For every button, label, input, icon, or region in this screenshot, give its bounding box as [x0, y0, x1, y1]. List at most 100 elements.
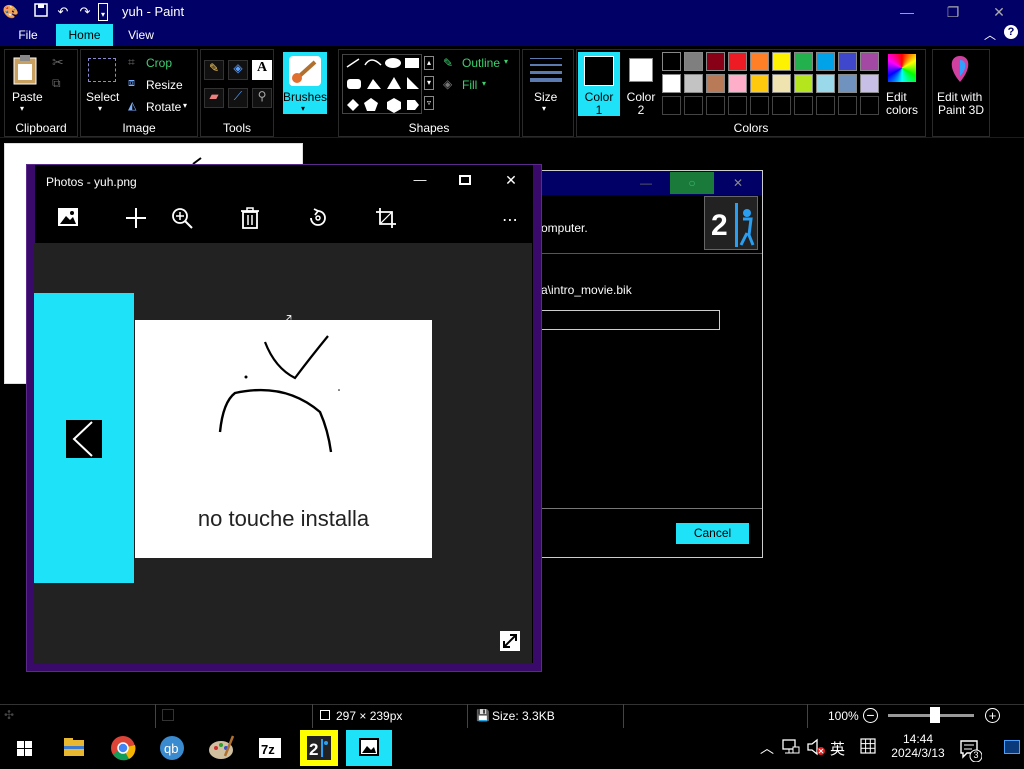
minimize-button[interactable]: —: [884, 0, 930, 24]
rotate-dropdown-icon[interactable]: ▾: [183, 101, 187, 110]
tab-view[interactable]: View: [116, 24, 166, 46]
zoom-icon[interactable]: [168, 207, 196, 235]
fill-dropdown-icon[interactable]: ▾: [482, 79, 486, 88]
palette-swatch[interactable]: [838, 96, 857, 115]
palette-swatch[interactable]: [750, 74, 769, 93]
palette-swatch[interactable]: [662, 74, 681, 93]
eraser-icon[interactable]: ▰: [204, 88, 224, 108]
ime-keyboard-icon[interactable]: [860, 738, 876, 757]
palette-swatch[interactable]: [772, 74, 791, 93]
maximize-button[interactable]: ❐: [930, 0, 976, 24]
palette-swatch[interactable]: [860, 96, 879, 115]
palette-swatch[interactable]: [684, 52, 703, 71]
outline-button[interactable]: Outline: [462, 56, 500, 70]
crop-photo-icon[interactable]: [372, 207, 400, 235]
size-dropdown-icon[interactable]: ▾: [542, 104, 546, 113]
palette-swatch[interactable]: [772, 52, 791, 71]
palette-swatch[interactable]: [838, 74, 857, 93]
file-explorer-icon[interactable]: [52, 730, 96, 766]
edit-colors-label[interactable]: Edit: [886, 90, 907, 104]
collapse-ribbon-icon[interactable]: ︿: [984, 26, 996, 43]
help-icon[interactable]: ?: [1004, 25, 1018, 39]
show-desktop-icon[interactable]: [1004, 740, 1020, 754]
palette-swatch[interactable]: [794, 52, 813, 71]
paste-icon[interactable]: [12, 54, 40, 86]
rotate-icon[interactable]: ◭: [128, 99, 136, 112]
text-tool-icon[interactable]: A: [252, 60, 272, 80]
palette-swatch[interactable]: [706, 52, 725, 71]
palette-swatch[interactable]: [794, 96, 813, 115]
cancel-button[interactable]: Cancel: [676, 523, 749, 544]
start-button[interactable]: [2, 730, 46, 766]
shapes-scroll-down-icon[interactable]: ▾: [424, 76, 434, 90]
palette-swatch[interactable]: [728, 96, 747, 115]
photos-close-button[interactable]: ✕: [500, 172, 522, 192]
tab-home[interactable]: Home: [56, 24, 113, 46]
palette-swatch[interactable]: [838, 52, 857, 71]
copy-icon[interactable]: ⧉: [52, 76, 61, 91]
magnifier-icon[interactable]: ⚲: [252, 88, 272, 108]
network-icon[interactable]: [782, 738, 800, 759]
portal2-taskbar-button[interactable]: 2: [300, 730, 338, 766]
color2-button[interactable]: Color 2: [624, 52, 658, 117]
add-icon[interactable]: [122, 207, 150, 235]
palette-swatch[interactable]: [684, 96, 703, 115]
zoom-in-button[interactable]: +: [985, 708, 1000, 723]
close-button[interactable]: ✕: [976, 0, 1022, 24]
resize-button[interactable]: Resize: [146, 78, 183, 92]
paint-taskbar-icon[interactable]: [199, 730, 243, 766]
palette-swatch[interactable]: [794, 74, 813, 93]
7zip-icon[interactable]: 7z: [248, 730, 292, 766]
photos-maximize-button[interactable]: [454, 172, 476, 192]
palette-swatch[interactable]: [728, 52, 747, 71]
installer-close-button[interactable]: ✕: [718, 172, 758, 194]
palette-swatch[interactable]: [750, 96, 769, 115]
shapes-scroll-up-icon[interactable]: ▴: [424, 56, 434, 70]
more-options-icon[interactable]: ⋯: [496, 207, 524, 235]
volume-muted-icon[interactable]: [806, 738, 826, 759]
zoom-slider-thumb[interactable]: [930, 707, 941, 723]
redo-icon[interactable]: ↷: [76, 3, 94, 21]
palette-swatch[interactable]: [684, 74, 703, 93]
undo-icon[interactable]: ↶: [54, 3, 72, 21]
installer-minimize-button[interactable]: —: [628, 172, 664, 194]
select-icon[interactable]: [88, 58, 116, 82]
palette-swatch[interactable]: [662, 96, 681, 115]
size-icon[interactable]: [528, 56, 564, 87]
photos-taskbar-button[interactable]: [346, 730, 392, 766]
customize-quick-access-icon[interactable]: ▾: [98, 3, 108, 21]
palette-swatch[interactable]: [860, 74, 879, 93]
palette-swatch[interactable]: [728, 74, 747, 93]
palette-swatch[interactable]: [772, 96, 791, 115]
previous-photo-button[interactable]: [66, 420, 102, 458]
palette-swatch[interactable]: [706, 96, 725, 115]
rotate-photo-icon[interactable]: [304, 207, 332, 235]
notification-center-icon[interactable]: 3: [958, 738, 983, 763]
clock[interactable]: 14:44 2024/3/13: [886, 730, 950, 766]
edit-colors-icon[interactable]: [888, 54, 916, 82]
shapes-expand-icon[interactable]: ▿: [424, 96, 434, 110]
outline-dropdown-icon[interactable]: ▾: [504, 57, 508, 66]
palette-swatch[interactable]: [816, 96, 835, 115]
chrome-icon[interactable]: [101, 730, 145, 766]
resize-icon[interactable]: ⧈: [128, 77, 135, 90]
fill-button[interactable]: Fill: [462, 78, 477, 92]
paint3d-label-2[interactable]: Paint 3D: [938, 103, 984, 117]
pencil-icon[interactable]: ✎: [204, 60, 224, 80]
fill-bucket-icon[interactable]: ◈: [228, 60, 248, 80]
crop-button[interactable]: Crop: [146, 56, 172, 70]
color-picker-icon[interactable]: ⟋: [228, 88, 248, 108]
tab-file[interactable]: File: [0, 24, 56, 46]
palette-swatch[interactable]: [706, 74, 725, 93]
palette-swatch[interactable]: [816, 74, 835, 93]
palette-swatch[interactable]: [750, 52, 769, 71]
full-screen-icon[interactable]: [500, 631, 520, 651]
show-hidden-icons-icon[interactable]: ︿: [760, 738, 774, 758]
qbittorrent-icon[interactable]: qb: [150, 730, 194, 766]
ime-indicator[interactable]: 英: [830, 738, 845, 759]
select-dropdown-icon[interactable]: ▾: [98, 104, 102, 113]
rotate-button[interactable]: Rotate: [146, 100, 181, 114]
brushes-button[interactable]: Brushes ▾: [283, 52, 327, 114]
installer-maximize-button[interactable]: ○: [670, 172, 714, 194]
select-button[interactable]: Select: [86, 90, 119, 104]
